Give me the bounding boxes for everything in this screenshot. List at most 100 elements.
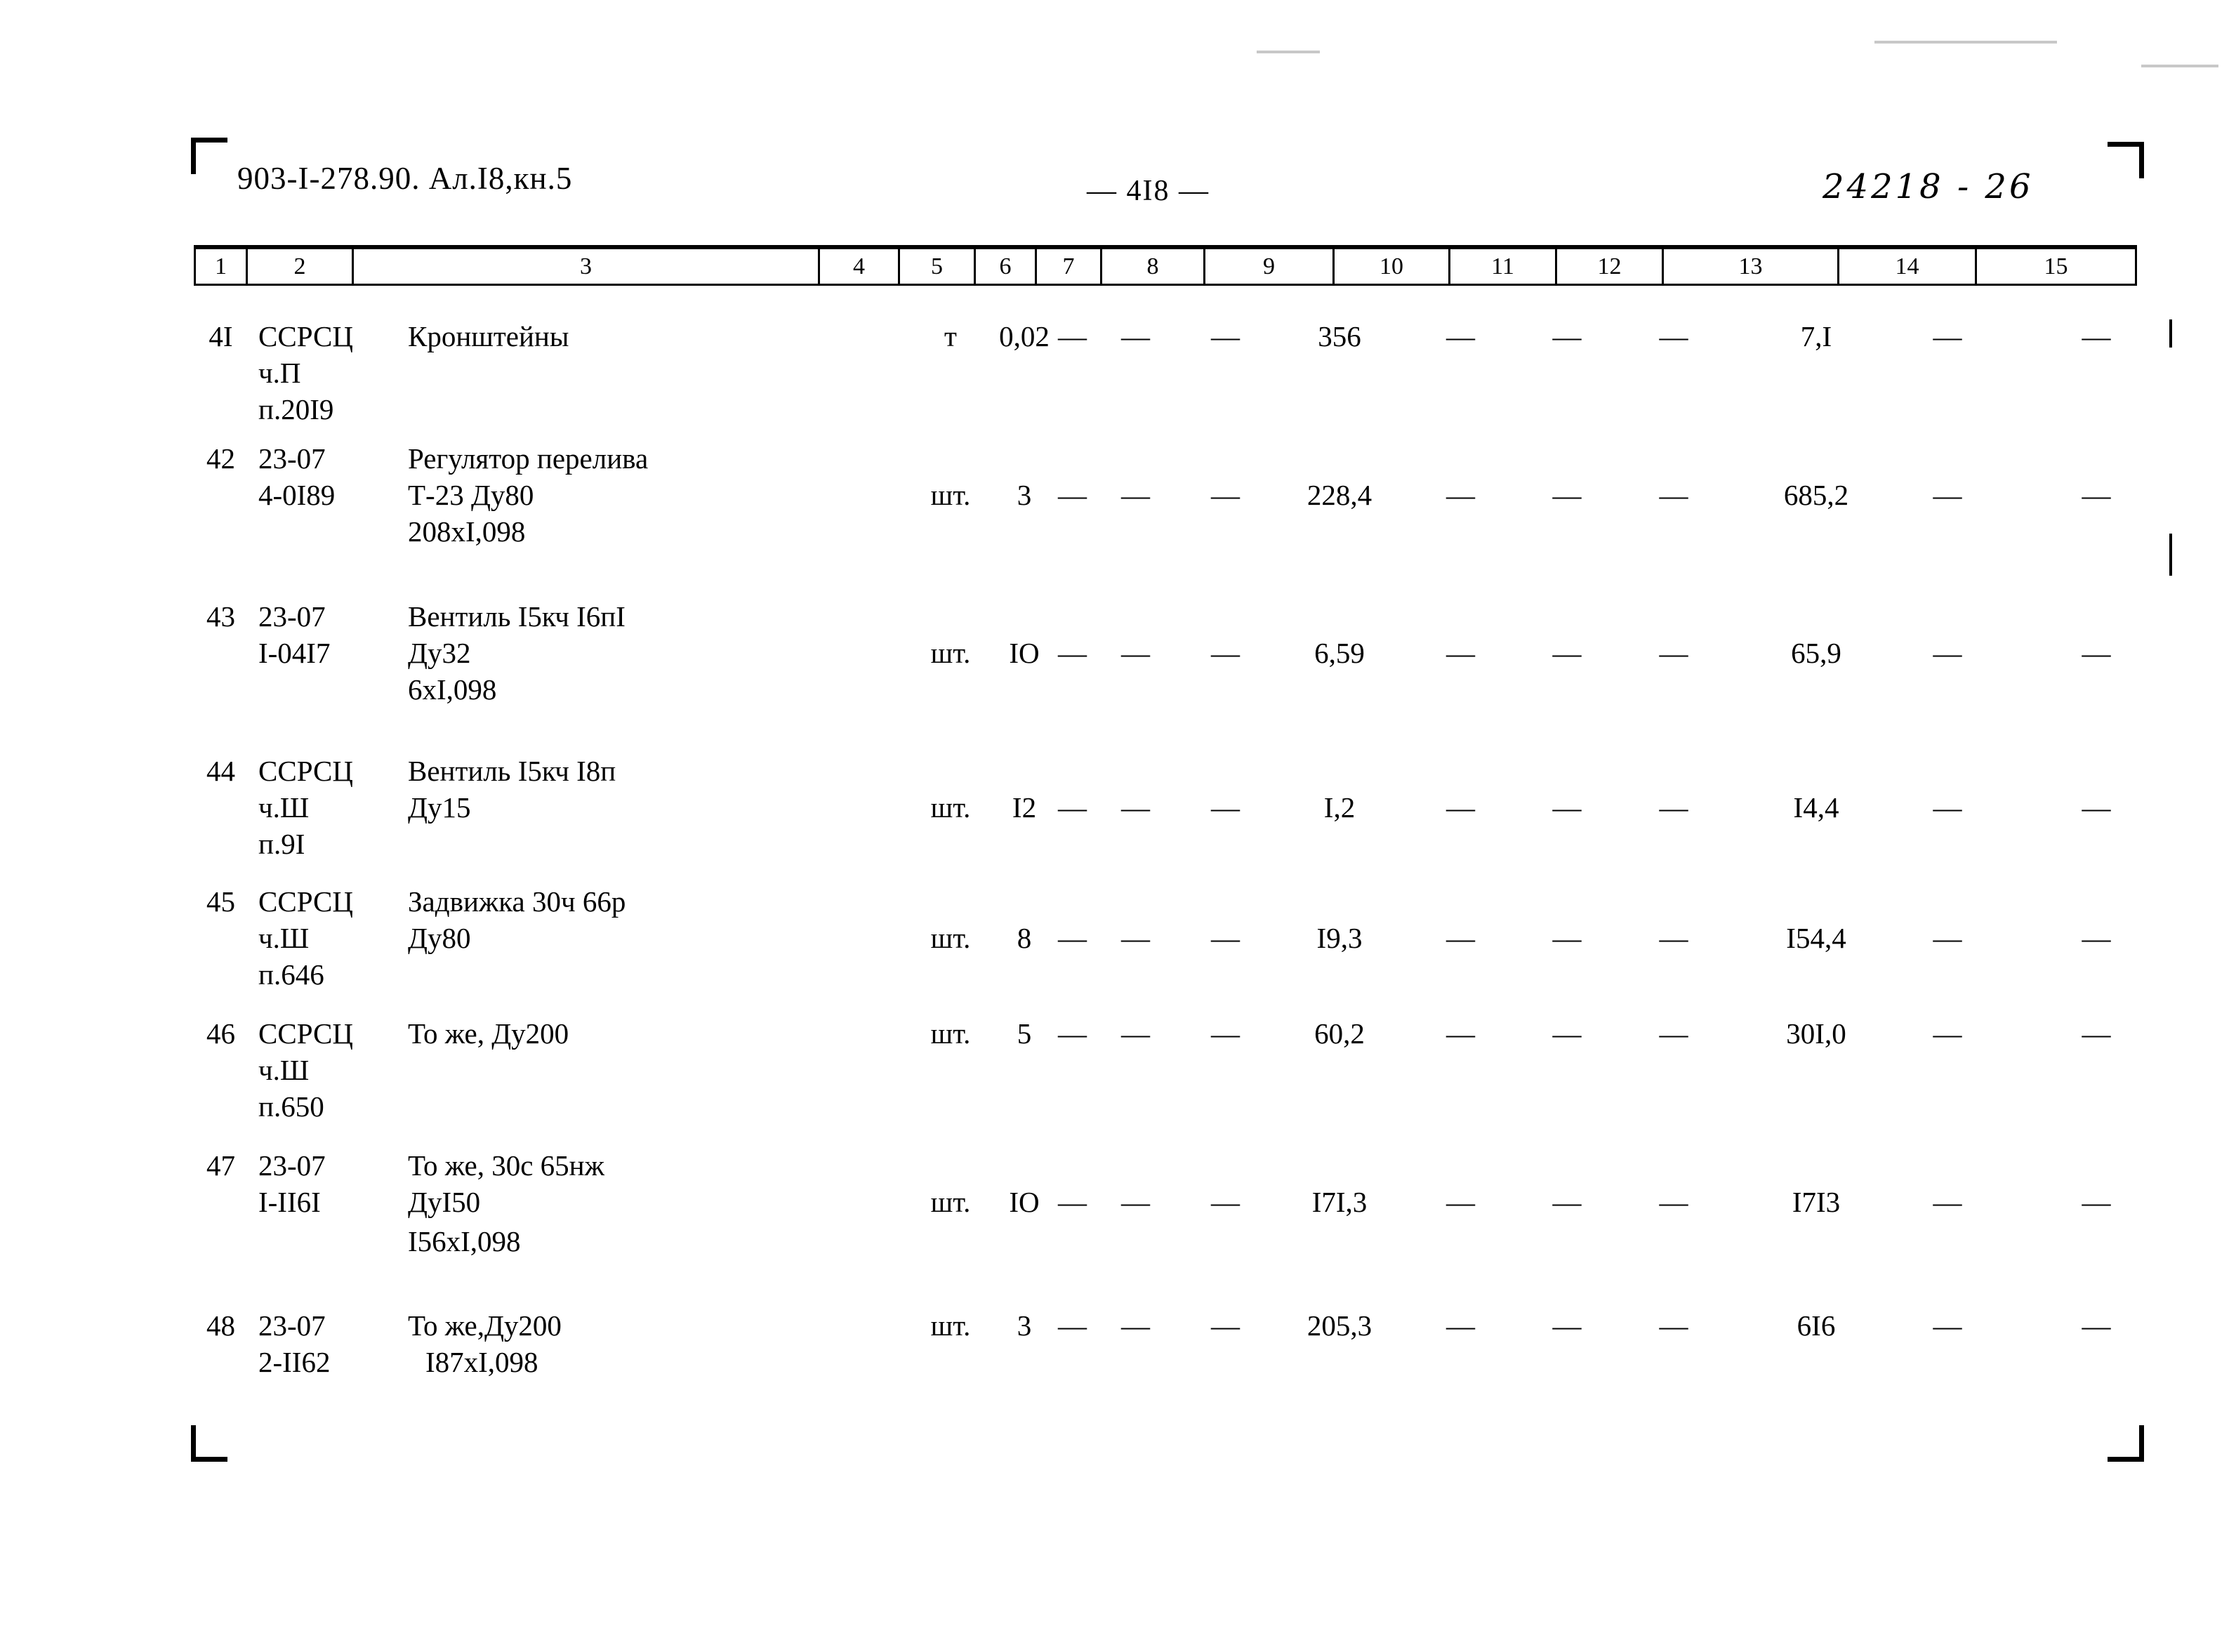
row-cell-9: 6,59 <box>1314 637 1365 669</box>
row-cell-13: I4,4 <box>1793 791 1839 824</box>
row-cell-11: — <box>1552 320 1582 352</box>
column-header-14: 14 <box>1839 249 1977 284</box>
crop-mark-bottom-right <box>2108 1425 2144 1462</box>
row-cell-8: — <box>1211 922 1240 954</box>
crop-mark-bottom-left <box>191 1425 227 1462</box>
row-cell-8: — <box>1211 637 1240 669</box>
row-number: 45 <box>206 885 235 918</box>
row-cell-7: — <box>1121 1309 1150 1342</box>
row-cell-9: I,2 <box>1323 791 1356 824</box>
row-code: ССРСЦ ч.Ш п.650 <box>258 1017 353 1123</box>
scan-noise-top-right <box>1874 41 2057 44</box>
table-row: 43 23-07 I-04I7 Вентиль I5кч I6пI Ду32 6… <box>194 587 2137 741</box>
row-cell-6: — <box>1058 479 1087 511</box>
row-cell-14: — <box>1933 1309 1962 1342</box>
table-row: 44 ССРСЦ ч.Ш п.9I Вентиль I5кч I8п Ду15 … <box>194 741 2137 872</box>
row-cell-12: — <box>1659 1309 1688 1342</box>
table-body: 4I ССРСЦ ч.П п.20I9 Кронштейны т 0,02 — … <box>194 286 2137 1422</box>
row-cell-10: — <box>1446 1309 1475 1342</box>
column-header-13: 13 <box>1664 249 1839 284</box>
row-cell-11: — <box>1552 922 1582 954</box>
archive-number-handwritten: 24218 - 26 <box>1822 167 2034 206</box>
page-number: — 4I8 — <box>1087 175 1210 207</box>
row-cell-12: — <box>1659 637 1688 669</box>
scan-edge-tick-lower <box>2169 534 2172 576</box>
table-row: 4I ССРСЦ ч.П п.20I9 Кронштейны т 0,02 — … <box>194 286 2137 429</box>
row-unit: шт. <box>930 1186 971 1218</box>
row-cell-14: — <box>1933 922 1962 954</box>
row-cell-9: 205,3 <box>1306 1309 1372 1342</box>
row-cell-8: — <box>1211 791 1240 824</box>
column-header-3: 3 <box>354 249 820 284</box>
column-header-12: 12 <box>1557 249 1664 284</box>
scan-noise-top-far-right <box>2141 65 2218 67</box>
row-cell-12: — <box>1659 1017 1688 1050</box>
row-cell-14: — <box>1933 1017 1962 1050</box>
row-cell-11: — <box>1552 1186 1582 1218</box>
row-unit: шт. <box>930 1309 971 1342</box>
row-cell-6: — <box>1058 791 1087 824</box>
column-header-2: 2 <box>248 249 354 284</box>
row-number: 46 <box>206 1017 235 1050</box>
row-cell-12: — <box>1659 1186 1688 1218</box>
row-code: 23-07 2-II62 <box>258 1309 331 1378</box>
row-cell-10: — <box>1446 922 1475 954</box>
row-cell-10: — <box>1446 479 1475 511</box>
column-header-8: 8 <box>1102 249 1205 284</box>
column-header-7: 7 <box>1037 249 1102 284</box>
row-code: ССРСЦ ч.П п.20I9 <box>258 320 353 425</box>
row-cell-15: — <box>2082 791 2111 824</box>
row-cell-11: — <box>1552 1309 1582 1342</box>
row-name-extra: I56xI,098 <box>408 1225 521 1257</box>
row-cell-14: — <box>1933 479 1962 511</box>
row-cell-14: — <box>1933 637 1962 669</box>
row-unit: шт. <box>930 922 971 954</box>
row-name: То же, 30с 65нж ДуI50 <box>408 1149 604 1218</box>
row-cell-12: — <box>1659 320 1688 352</box>
row-name-extra: 6xI,098 <box>408 673 497 706</box>
crop-mark-top-left <box>191 138 227 174</box>
row-cell-7: — <box>1121 479 1150 511</box>
row-number: 47 <box>206 1149 235 1182</box>
row-name: Задвижка 30ч 66р Ду80 <box>408 885 626 954</box>
row-number: 48 <box>206 1309 235 1342</box>
row-cell-8: — <box>1211 320 1240 352</box>
row-cell-14: — <box>1933 320 1962 352</box>
row-cell-15: — <box>2082 922 2111 954</box>
row-unit: т <box>944 320 957 352</box>
column-header-5: 5 <box>900 249 976 284</box>
table-row: 45 ССРСЦ ч.Ш п.646 Задвижка 30ч 66р Ду80… <box>194 872 2137 1004</box>
row-number: 4I <box>209 320 233 352</box>
row-name-extra: 208xI,098 <box>408 515 526 548</box>
table-row: 47 23-07 I-II6I То же, 30с 65нж ДуI50 I5… <box>194 1136 2137 1296</box>
row-cell-15: — <box>2082 479 2111 511</box>
row-cell-7: — <box>1121 1186 1150 1218</box>
row-cell-10: — <box>1446 637 1475 669</box>
row-name: Кронштейны <box>408 320 569 352</box>
row-cell-12: — <box>1659 791 1688 824</box>
table-row: 46 ССРСЦ ч.Ш п.650 То же, Ду200 шт. 5 — … <box>194 1004 2137 1136</box>
row-name: То же, Ду200 <box>408 1017 569 1050</box>
row-cell-8: — <box>1211 1309 1240 1342</box>
row-cell-11: — <box>1552 637 1582 669</box>
row-cell-6: — <box>1058 1309 1087 1342</box>
row-cell-14: — <box>1933 1186 1962 1218</box>
row-cell-7: — <box>1121 637 1150 669</box>
row-cell-13: 65,9 <box>1791 637 1841 669</box>
row-unit: шт. <box>930 791 971 824</box>
row-cell-15: — <box>2082 320 2111 352</box>
row-name: То же,Ду200 <box>408 1309 562 1342</box>
row-code: ССРСЦ ч.Ш п.646 <box>258 885 353 991</box>
row-cell-9: 228,4 <box>1306 479 1372 511</box>
row-cell-7: — <box>1121 1017 1150 1050</box>
crop-mark-top-right <box>2108 142 2144 178</box>
table-column-header-row: 1 2 3 4 5 6 7 8 9 10 11 12 13 14 15 <box>194 245 2137 286</box>
row-cell-13: 7,I <box>1800 320 1832 352</box>
row-cell-6: — <box>1058 922 1087 954</box>
row-cell-13: 30I,0 <box>1786 1017 1846 1050</box>
row-cell-11: — <box>1552 1017 1582 1050</box>
row-cell-13: I7I3 <box>1792 1186 1841 1218</box>
column-header-9: 9 <box>1205 249 1335 284</box>
row-cell-12: — <box>1659 922 1688 954</box>
row-name-extra: I87xI,098 <box>425 1346 538 1378</box>
